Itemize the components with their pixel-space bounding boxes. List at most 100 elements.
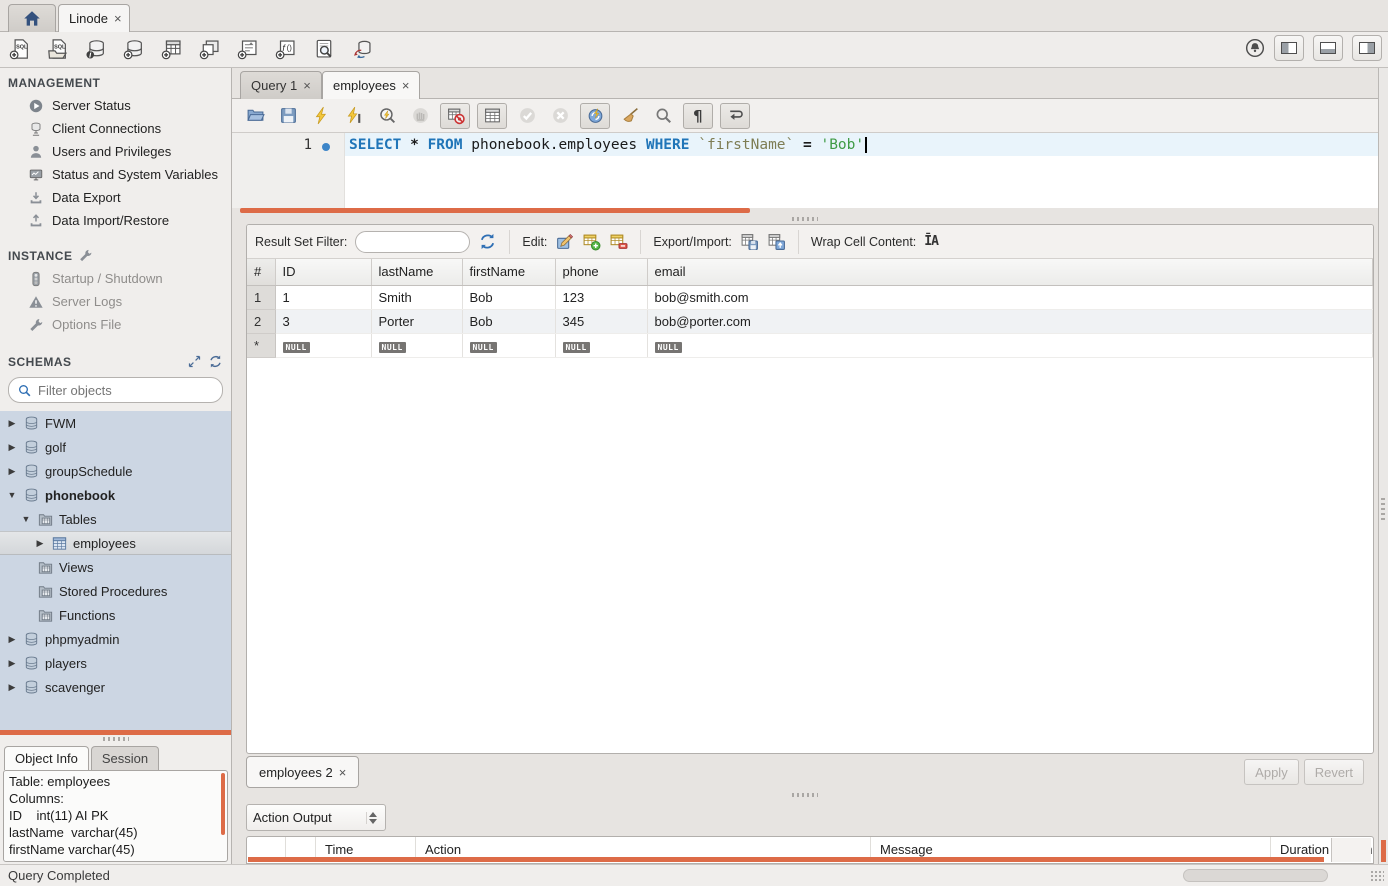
new-row-placeholder[interactable]: * NULL NULL NULL NULL NULL <box>247 333 1373 357</box>
sidebar-splitter[interactable] <box>0 735 231 743</box>
toggle-left-sidebar-button[interactable] <box>1274 35 1304 61</box>
cell-firstname[interactable]: Bob <box>462 285 555 309</box>
toggle-autocommit-button[interactable] <box>580 103 610 129</box>
edit-record-icon[interactable] <box>555 232 574 251</box>
execute-current-statement-button[interactable] <box>341 103 367 129</box>
create-procedure-button[interactable] <box>234 35 262 63</box>
tree-item-phonebook[interactable]: ▼phonebook <box>0 483 231 507</box>
column-header-num[interactable]: # <box>247 259 275 285</box>
cell-lastname[interactable]: Smith <box>371 285 462 309</box>
chevron-right-icon[interactable]: ▶ <box>6 466 18 477</box>
tab-object-info[interactable]: Object Info <box>4 746 89 770</box>
refresh-schemas-icon[interactable] <box>208 354 223 369</box>
find-button[interactable] <box>650 103 676 129</box>
cell-id[interactable]: 1 <box>275 285 371 309</box>
wrap-cell-icon[interactable]: ĪA <box>924 234 938 249</box>
column-header-firstname[interactable]: firstName <box>462 259 555 285</box>
create-schema-button[interactable] <box>120 35 148 63</box>
tree-item-golf[interactable]: ▶golf <box>0 435 231 459</box>
sidebar-item-data-export[interactable]: Data Export <box>0 186 231 209</box>
tree-item-scavenger[interactable]: ▶scavenger <box>0 675 231 699</box>
right-splitter-grip[interactable] <box>1381 498 1385 520</box>
tree-item-functions[interactable]: Functions <box>0 603 231 627</box>
object-info-scrollbar[interactable] <box>221 773 225 835</box>
close-icon[interactable]: × <box>303 78 311 93</box>
column-header-lastname[interactable]: lastName <box>371 259 462 285</box>
import-records-icon[interactable] <box>767 232 786 251</box>
refresh-results-icon[interactable] <box>478 232 497 251</box>
schema-filter-input[interactable] <box>38 383 214 398</box>
cell-email[interactable]: bob@smith.com <box>647 285 1373 309</box>
right-sidebar-collapsed[interactable] <box>1378 68 1388 864</box>
cell-firstname[interactable]: Bob <box>462 309 555 333</box>
sidebar-item-server-logs[interactable]: Server Logs <box>0 290 231 313</box>
apply-button[interactable]: Apply <box>1244 759 1299 785</box>
explain-plan-button[interactable] <box>374 103 400 129</box>
chevron-right-icon[interactable]: ▶ <box>6 682 18 693</box>
close-icon[interactable]: × <box>339 765 347 780</box>
home-tab[interactable] <box>8 4 56 32</box>
cell-id[interactable]: 3 <box>275 309 371 333</box>
column-header-phone[interactable]: phone <box>555 259 647 285</box>
limit-rows-button[interactable] <box>477 103 507 129</box>
tree-horizontal-scrollbar[interactable] <box>0 730 231 735</box>
export-recordset-icon[interactable] <box>740 232 759 251</box>
add-row-icon[interactable] <box>582 232 601 251</box>
open-sql-script-button[interactable] <box>44 35 72 63</box>
chevron-down-icon[interactable]: ▼ <box>20 514 32 524</box>
close-icon[interactable]: × <box>402 78 410 93</box>
statusbar-scrollbar-thumb[interactable] <box>1183 869 1328 882</box>
save-script-button[interactable] <box>275 103 301 129</box>
cell-null[interactable]: NULL <box>275 333 371 357</box>
tab-employees[interactable]: employees × <box>322 71 420 99</box>
toggle-right-sidebar-button[interactable] <box>1352 35 1382 61</box>
sidebar-item-users-privileges[interactable]: Users and Privileges <box>0 140 231 163</box>
table-row[interactable]: 2 3 Porter Bob 345 bob@porter.com <box>247 309 1373 333</box>
toggle-wrap-button[interactable] <box>720 103 750 129</box>
cell-null[interactable]: NULL <box>555 333 647 357</box>
cell-phone[interactable]: 345 <box>555 309 647 333</box>
tree-item-views[interactable]: Views <box>0 555 231 579</box>
editor-result-splitter[interactable] <box>232 213 1378 224</box>
search-table-data-button[interactable] <box>310 35 338 63</box>
sidebar-item-server-status[interactable]: Server Status <box>0 94 231 117</box>
sidebar-item-data-import[interactable]: Data Import/Restore <box>0 209 231 232</box>
sidebar-item-options-file[interactable]: Options File <box>0 313 231 336</box>
tree-item-employees[interactable]: ▶employees <box>0 531 231 555</box>
result-filter-input[interactable] <box>355 231 470 253</box>
beautify-sql-button[interactable] <box>617 103 643 129</box>
editor-text-area[interactable]: SELECT * FROM phonebook.employees WHERE … <box>345 133 1378 208</box>
result-grid[interactable]: # ID lastName firstName phone email 1 1 <box>247 259 1373 753</box>
cell-phone[interactable]: 123 <box>555 285 647 309</box>
toggle-bottom-panel-button[interactable] <box>1313 35 1343 61</box>
sidebar-item-client-connections[interactable]: Client Connections <box>0 117 231 140</box>
output-splitter[interactable] <box>232 790 1378 800</box>
close-icon[interactable]: × <box>114 11 122 26</box>
chevron-right-icon[interactable]: ▶ <box>34 538 46 549</box>
create-view-button[interactable] <box>196 35 224 63</box>
tree-item-fwm[interactable]: ▶FWM <box>0 411 231 435</box>
tree-item-tables[interactable]: ▼Tables <box>0 507 231 531</box>
rollback-button[interactable] <box>547 103 573 129</box>
chevron-right-icon[interactable]: ▶ <box>6 634 18 645</box>
cell-null[interactable]: NULL <box>371 333 462 357</box>
tab-query-1[interactable]: Query 1 × <box>240 71 322 99</box>
column-header-id[interactable]: ID <box>275 259 371 285</box>
notification-bell-icon[interactable] <box>1245 38 1265 58</box>
tree-item-players[interactable]: ▶players <box>0 651 231 675</box>
open-script-button[interactable] <box>242 103 268 129</box>
tree-item-phpmyadmin[interactable]: ▶phpmyadmin <box>0 627 231 651</box>
connection-tab-linode[interactable]: Linode × <box>58 4 130 32</box>
toggle-stop-on-error-button[interactable] <box>440 103 470 129</box>
reconnect-dbms-button[interactable] <box>348 35 376 63</box>
revert-button[interactable]: Revert <box>1304 759 1364 785</box>
create-table-button[interactable] <box>158 35 186 63</box>
tree-item-stored-procedures[interactable]: Stored Procedures <box>0 579 231 603</box>
chevron-right-icon[interactable]: ▶ <box>6 418 18 429</box>
chevron-right-icon[interactable]: ▶ <box>6 658 18 669</box>
expand-schemas-icon[interactable] <box>187 354 202 369</box>
sidebar-item-status-variables[interactable]: Status and System Variables <box>0 163 231 186</box>
stop-query-button[interactable] <box>407 103 433 129</box>
cell-lastname[interactable]: Porter <box>371 309 462 333</box>
table-row[interactable]: 1 1 Smith Bob 123 bob@smith.com <box>247 285 1373 309</box>
